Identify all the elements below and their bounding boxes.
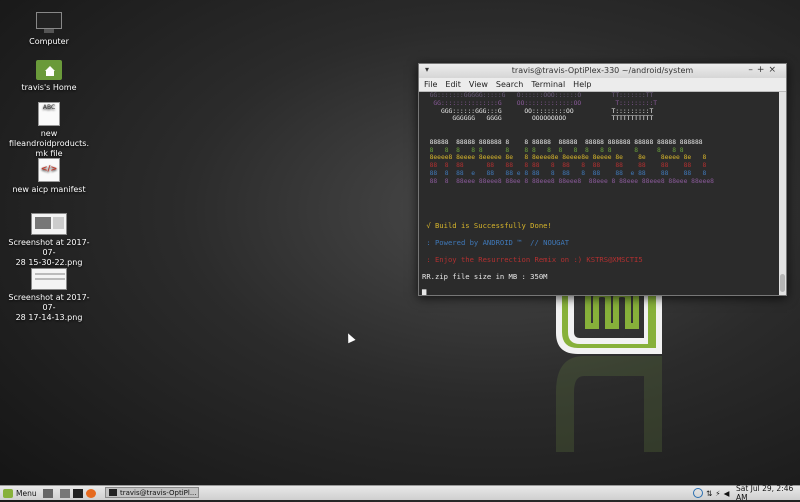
desktop-icon-label-line: new: [40, 129, 58, 138]
desktop-icon-label-line: 28 17-14-13.png: [15, 313, 83, 322]
desktop-icon-label: Computer: [29, 37, 69, 46]
terminal-line: : Powered by ANDROID ™ // NOUGAT: [422, 237, 570, 247]
desktop-icon-screenshot-2[interactable]: Screenshot at 2017-07- 28 17-14-13.png: [7, 268, 91, 323]
desktop-icon-home[interactable]: travis's Home: [7, 60, 91, 93]
desktop-icon-screenshot-1[interactable]: Screenshot at 2017-07- 28 15-30-22.png: [7, 213, 91, 268]
desktop-icon-label: new aicp manifest: [12, 185, 86, 194]
window-title: travis@travis-OptiPlex-330 ~/android/sys…: [511, 66, 694, 75]
terminal-line: GG:::::::GGGGG:::::G O::::::OOO::::::O T…: [422, 92, 654, 99]
desktop-icon-label-line: Screenshot at 2017-07-: [8, 293, 90, 312]
terminal-line: GG:::::::::::::::G OO:::::::::::::OO T::…: [422, 99, 658, 107]
html-file-icon: </>: [38, 158, 60, 182]
linux-mint-logo-reflection: [556, 356, 662, 452]
show-desktop-icon[interactable]: [43, 488, 53, 498]
terminal-line: 88 8 88eee 88eee8 88ee 8 88eee8 88eee8 8…: [422, 177, 714, 185]
desktop-icon-computer[interactable]: Computer: [7, 12, 91, 47]
terminal-menubar: File Edit View Search Terminal Help: [419, 78, 786, 92]
desktop-icon-label-line: fileandroidproducts.: [8, 139, 90, 148]
update-manager-icon[interactable]: [693, 488, 703, 498]
desktop-icon-products-file[interactable]: ABC new fileandroidproducts. mk file: [7, 102, 91, 159]
taskbar: Menu travis@travis-OptiPl... ⇅ ⚡ ◀ Sat J…: [0, 484, 800, 502]
terminal-line: √ Build is Successfully Done!: [422, 220, 552, 230]
firefox-icon[interactable]: [86, 488, 96, 498]
terminal-launcher-icon[interactable]: [73, 488, 83, 498]
desktop-icon-aicp-manifest[interactable]: </> new aicp manifest: [7, 158, 91, 195]
home-folder-icon: [36, 60, 62, 80]
menu-view[interactable]: View: [469, 80, 488, 89]
file-manager-icon[interactable]: [60, 488, 70, 498]
scrollbar-thumb[interactable]: [780, 274, 785, 292]
desktop-icon-label-line: Screenshot at 2017-07-: [8, 238, 90, 257]
text-file-icon: ABC: [38, 102, 60, 126]
terminal-line: GGGGGG GGGG OOOOOOOOO TTTTTTTTTTT: [422, 115, 654, 123]
terminal-line: : Enjoy the Resurrection Remix on :) KST…: [422, 254, 643, 264]
minimize-icon[interactable]: –: [748, 65, 757, 75]
close-icon[interactable]: ×: [768, 65, 780, 75]
mouse-pointer-icon: [344, 331, 356, 344]
menu-search[interactable]: Search: [496, 80, 523, 89]
terminal-scrollbar[interactable]: [779, 92, 786, 295]
terminal-line: 88 8 88 e 88 88 e 8 88 8 88 8 88 88 e 88…: [422, 169, 707, 177]
terminal-line: █: [422, 288, 427, 295]
menu-file[interactable]: File: [424, 80, 437, 89]
mint-menu-icon: [3, 488, 13, 498]
terminal-line: GGG::::::GGG:::G OO:::::::::OO T::::::::…: [422, 107, 654, 115]
file-badge: </>: [40, 164, 58, 173]
menu-button[interactable]: Menu: [3, 487, 37, 499]
network-off-icon[interactable]: ⚡: [715, 489, 720, 498]
terminal-line: 88888 88888 888888 8 8 88888 88888 88888…: [422, 138, 703, 146]
desktop-icon-label: travis's Home: [21, 83, 77, 92]
volume-icon[interactable]: ◀: [724, 489, 730, 498]
window-titlebar[interactable]: ▾ travis@travis-OptiPlex-330 ~/android/s…: [419, 64, 786, 78]
menu-edit[interactable]: Edit: [445, 80, 461, 89]
terminal-line: 8 8 8 8 8 8 8 8 8 8 8 8 8 8 8 8 8 8: [422, 146, 684, 154]
menu-terminal[interactable]: Terminal: [531, 80, 565, 89]
taskbar-terminal-button[interactable]: travis@travis-OptiPl...: [105, 487, 199, 498]
terminal-icon: [109, 489, 117, 496]
file-badge: ABC: [42, 104, 56, 111]
monitor-icon: [36, 12, 62, 34]
terminal-output[interactable]: GG:::::::GGGGG:::::G O::::::OOO::::::O T…: [419, 92, 778, 295]
image-file-icon: [31, 268, 67, 290]
terminal-line: 8eeee8 8eeee 8eeeee 8e 8 8eeee8e 8eeee8e…: [422, 154, 707, 162]
task-label: travis@travis-OptiPl...: [120, 488, 197, 497]
network-icon[interactable]: ⇅: [706, 489, 712, 498]
desktop-icon-label-line: 28 15-30-22.png: [15, 258, 83, 267]
image-file-icon: [31, 213, 67, 235]
linux-mint-logo: [556, 288, 662, 354]
terminal-window[interactable]: ▾ travis@travis-OptiPlex-330 ~/android/s…: [418, 63, 787, 296]
clock[interactable]: Sat Jul 29, 2:46 AM: [736, 484, 800, 502]
terminal-line: 88 8 88 88 88 8 88 8 88 8 88 88 88 88 88…: [422, 162, 707, 170]
menu-button-label: Menu: [16, 488, 37, 498]
menu-help[interactable]: Help: [573, 80, 591, 89]
maximize-icon[interactable]: +: [757, 65, 769, 75]
terminal-line: RR.zip file size in MB : 350M: [422, 271, 548, 281]
